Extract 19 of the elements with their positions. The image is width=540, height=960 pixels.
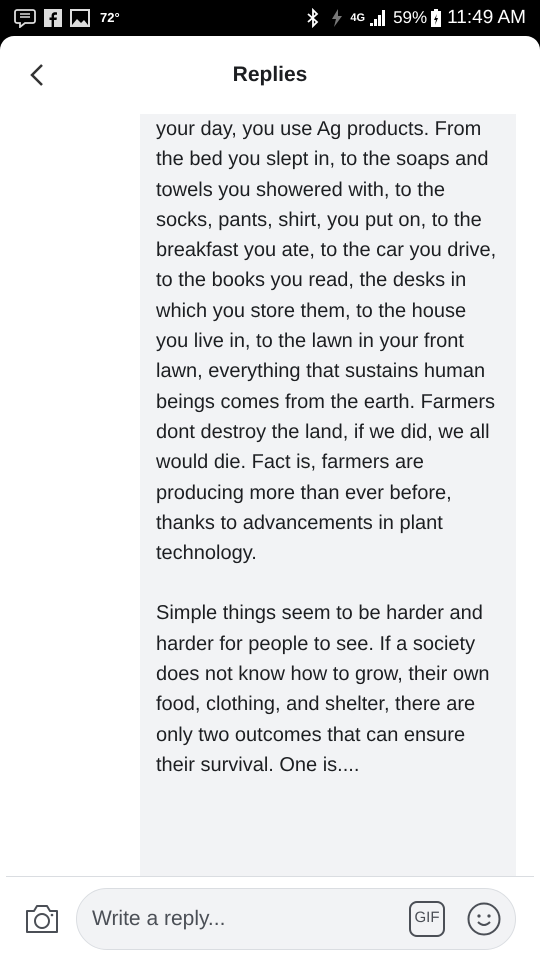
bluetooth-icon xyxy=(306,8,320,28)
image-icon xyxy=(70,9,90,27)
gif-button[interactable]: GIF xyxy=(409,900,445,936)
battery-percent-text: 59% xyxy=(393,7,428,30)
battery-icon xyxy=(431,9,442,27)
reply-field[interactable]: Write a reply... GIF xyxy=(76,888,516,950)
reply-paragraph: your day, you use Ag products. From the bed you slept in, to the soaps and towels you showered with, to the socks, pants, shirt, you put on, to the breakfast you ate, to the car you drive, to the books you read, the desks in which you store them, to the house you live in, to the lawn in your front lawn, everything that sustains human beings comes from the earth. Farmers dont destroy the land, if we did, we all would die. Fact is, farmers are producing more than ever before, thanks to advancements in plant technology. xyxy=(156,117,498,566)
back-icon[interactable] xyxy=(30,63,44,87)
reply-paragraph: Simple things seem to be harder and harder for people to see. If a society does not know how to grow, their own food, clothing, and shelter, there are only two outcomes that can ensure their survival. One is.... xyxy=(156,601,491,778)
camera-icon[interactable] xyxy=(24,902,60,934)
signal-icon xyxy=(369,9,388,27)
network-type-text: 4G xyxy=(350,10,366,26)
clock-text: 11:49 AM xyxy=(447,6,526,30)
message-icon xyxy=(14,8,36,28)
temperature-text: 72° xyxy=(100,9,120,28)
emoji-icon[interactable] xyxy=(467,902,501,936)
charging-icon xyxy=(330,8,344,28)
facebook-icon xyxy=(44,9,62,27)
page-title: Replies xyxy=(232,62,308,88)
